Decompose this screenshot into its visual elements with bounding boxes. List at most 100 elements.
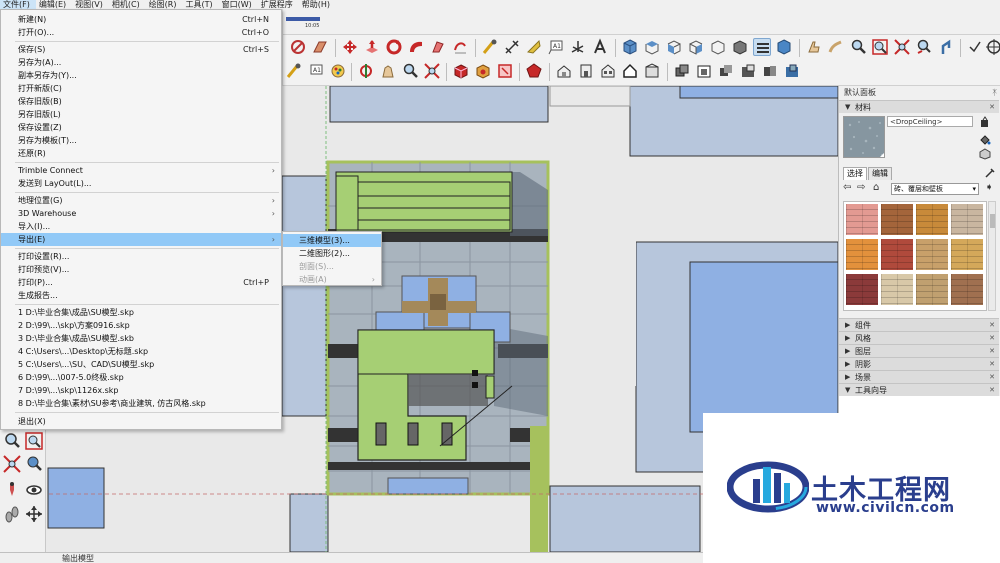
- section-shadows[interactable]: ▶ 阴影 ✕: [839, 357, 999, 370]
- menu-item-print-preview[interactable]: 打印预览(V)...: [1, 263, 281, 276]
- menu-item-revert[interactable]: 还原(R): [1, 147, 281, 160]
- look-around-icon[interactable]: [24, 480, 44, 500]
- library-select[interactable]: 砖、覆层和壁板 ▾: [891, 183, 979, 195]
- paint-bucket-icon[interactable]: [979, 134, 991, 146]
- swatch-scrollbar[interactable]: [988, 201, 996, 311]
- menu-view[interactable]: 视图(V): [72, 0, 109, 9]
- material-swatch[interactable]: [951, 239, 983, 270]
- menu-item-save-as[interactable]: 另存为(A)...: [1, 56, 281, 69]
- menu-edit[interactable]: 编辑(E): [36, 0, 72, 9]
- menu-window[interactable]: 窗口(W): [219, 0, 258, 9]
- section-layers[interactable]: ▶ 图层 ✕: [839, 344, 999, 357]
- move-icon[interactable]: [341, 38, 359, 56]
- menu-item-recent-4[interactable]: 4 C:\Users\...\Desktop\无标题.skp: [1, 345, 281, 358]
- material-swatch[interactable]: [881, 239, 913, 270]
- close-icon[interactable]: ✕: [989, 101, 995, 114]
- menu-file[interactable]: 文件(F): [0, 0, 36, 9]
- solid-subtract-icon[interactable]: [739, 62, 757, 80]
- label-icon[interactable]: A1: [307, 62, 325, 80]
- group-icon[interactable]: [474, 62, 492, 80]
- menu-item-recent-2[interactable]: 2 D:\99\...\skp\方案0916.skp: [1, 319, 281, 332]
- menu-item-geo-location[interactable]: 地理位置(G) ›: [1, 194, 281, 207]
- scale-icon[interactable]: [429, 38, 447, 56]
- menu-item-print-setup[interactable]: 打印设置(R)...: [1, 250, 281, 263]
- menu-item-print[interactable]: 打印(P)... Ctrl+P: [1, 276, 281, 289]
- back-view-icon[interactable]: [709, 38, 727, 56]
- menu-item-recent-7[interactable]: 7 D:\99\...\skp\1126x.skp: [1, 384, 281, 397]
- menu-item-open-new-version[interactable]: 打开新版(C): [1, 82, 281, 95]
- section-styles[interactable]: ▶ 风格 ✕: [839, 331, 999, 344]
- shadow-time-slider[interactable]: [286, 17, 320, 21]
- material-swatch[interactable]: [846, 274, 878, 305]
- previous-view-icon[interactable]: [915, 38, 933, 56]
- material-swatch[interactable]: [846, 204, 878, 235]
- menu-item-import[interactable]: 导入(I)...: [1, 220, 281, 233]
- material-name-field[interactable]: <DropCeiling>: [887, 116, 973, 127]
- component-icon[interactable]: [452, 62, 470, 80]
- zoom-icon[interactable]: [849, 38, 867, 56]
- rotate-icon[interactable]: [385, 38, 403, 56]
- right-view-icon[interactable]: [687, 38, 705, 56]
- menu-tools[interactable]: 工具(T): [183, 0, 219, 9]
- menu-item-save-copy-as[interactable]: 副本另存为(Y)...: [1, 69, 281, 82]
- menu-item-export[interactable]: 导出(E) ›: [1, 233, 281, 246]
- walk-icon[interactable]: [827, 38, 845, 56]
- crosshair-icon[interactable]: [985, 38, 1000, 56]
- menu-item-recent-8[interactable]: 8 D:\毕业合集\素材\SU参考\商业建筑, 仿古风格.skp: [1, 397, 281, 410]
- house-top-icon[interactable]: [643, 62, 661, 80]
- paint-bucket-icon[interactable]: [329, 62, 347, 80]
- forward-arrow-icon[interactable]: ⇨: [857, 182, 865, 193]
- offset-icon[interactable]: [451, 38, 469, 56]
- walk-icon[interactable]: [2, 504, 22, 524]
- tab-edit[interactable]: 编辑: [868, 167, 892, 180]
- eyedropper-icon[interactable]: [985, 168, 995, 178]
- menu-help[interactable]: 帮助(H): [299, 0, 336, 9]
- look-around-icon[interactable]: [937, 38, 955, 56]
- material-swatch[interactable]: [916, 239, 948, 270]
- menu-item-save-as-template[interactable]: 另存为模板(T)...: [1, 134, 281, 147]
- house-iso-icon[interactable]: [555, 62, 573, 80]
- shaded-icon[interactable]: [775, 38, 793, 56]
- tape-icon[interactable]: [285, 62, 303, 80]
- position-camera-icon[interactable]: [2, 480, 22, 500]
- section-instructor[interactable]: ▼ 工具向导 ✕: [839, 383, 999, 396]
- menu-draw[interactable]: 绘图(R): [146, 0, 183, 9]
- top-view-icon[interactable]: [643, 38, 661, 56]
- zoom-window-icon[interactable]: [871, 38, 889, 56]
- material-swatch[interactable]: [916, 204, 948, 235]
- house-front-icon[interactable]: [577, 62, 595, 80]
- create-material-icon[interactable]: [979, 116, 991, 128]
- section-materials[interactable]: ▼ 材料 ✕: [839, 100, 999, 113]
- section-scenes[interactable]: ▶ 场景 ✕: [839, 370, 999, 383]
- solid-trim-icon[interactable]: [761, 62, 779, 80]
- material-swatch[interactable]: [881, 274, 913, 305]
- arc-icon[interactable]: [289, 38, 307, 56]
- followme-icon[interactable]: [311, 38, 329, 56]
- axes-icon[interactable]: [569, 38, 587, 56]
- menu-item-save-as-old-version[interactable]: 另存旧版(L): [1, 108, 281, 121]
- submenu-item-3d-model[interactable]: 三维模型(3)...: [283, 234, 381, 247]
- material-swatch[interactable]: [846, 239, 878, 270]
- solid-union-icon[interactable]: [673, 62, 691, 80]
- back-arrow-icon[interactable]: ⇦: [843, 182, 851, 193]
- material-swatch[interactable]: [951, 274, 983, 305]
- menu-item-save-settings[interactable]: 保存设置(Z): [1, 121, 281, 134]
- menu-item-open[interactable]: 打开(O)... Ctrl+O: [1, 26, 281, 39]
- menu-item-trimble-connect[interactable]: Trimble Connect ›: [1, 164, 281, 177]
- zoom-fit-icon[interactable]: [423, 62, 441, 80]
- menu-item-recent-5[interactable]: 5 C:\Users\...\SU、CAD\SU模型.skp: [1, 358, 281, 371]
- follow-me-tool-icon[interactable]: [407, 38, 425, 56]
- tape-measure-icon[interactable]: [481, 38, 499, 56]
- section-components[interactable]: ▶ 组件 ✕: [839, 318, 999, 331]
- front-view-icon[interactable]: [665, 38, 683, 56]
- protractor-icon[interactable]: [525, 38, 543, 56]
- details-arrow-icon[interactable]: ➧: [985, 182, 993, 193]
- xray-icon[interactable]: [731, 38, 749, 56]
- section-icon[interactable]: [496, 62, 514, 80]
- submenu-item-2d-graphic[interactable]: 二维图形(2)...: [283, 247, 381, 260]
- solid-intersect-icon[interactable]: [717, 62, 735, 80]
- zoom-extents-icon[interactable]: [893, 38, 911, 56]
- house-outline-icon[interactable]: [621, 62, 639, 80]
- menu-item-3d-warehouse[interactable]: 3D Warehouse ›: [1, 207, 281, 220]
- default-material-icon[interactable]: [979, 148, 991, 160]
